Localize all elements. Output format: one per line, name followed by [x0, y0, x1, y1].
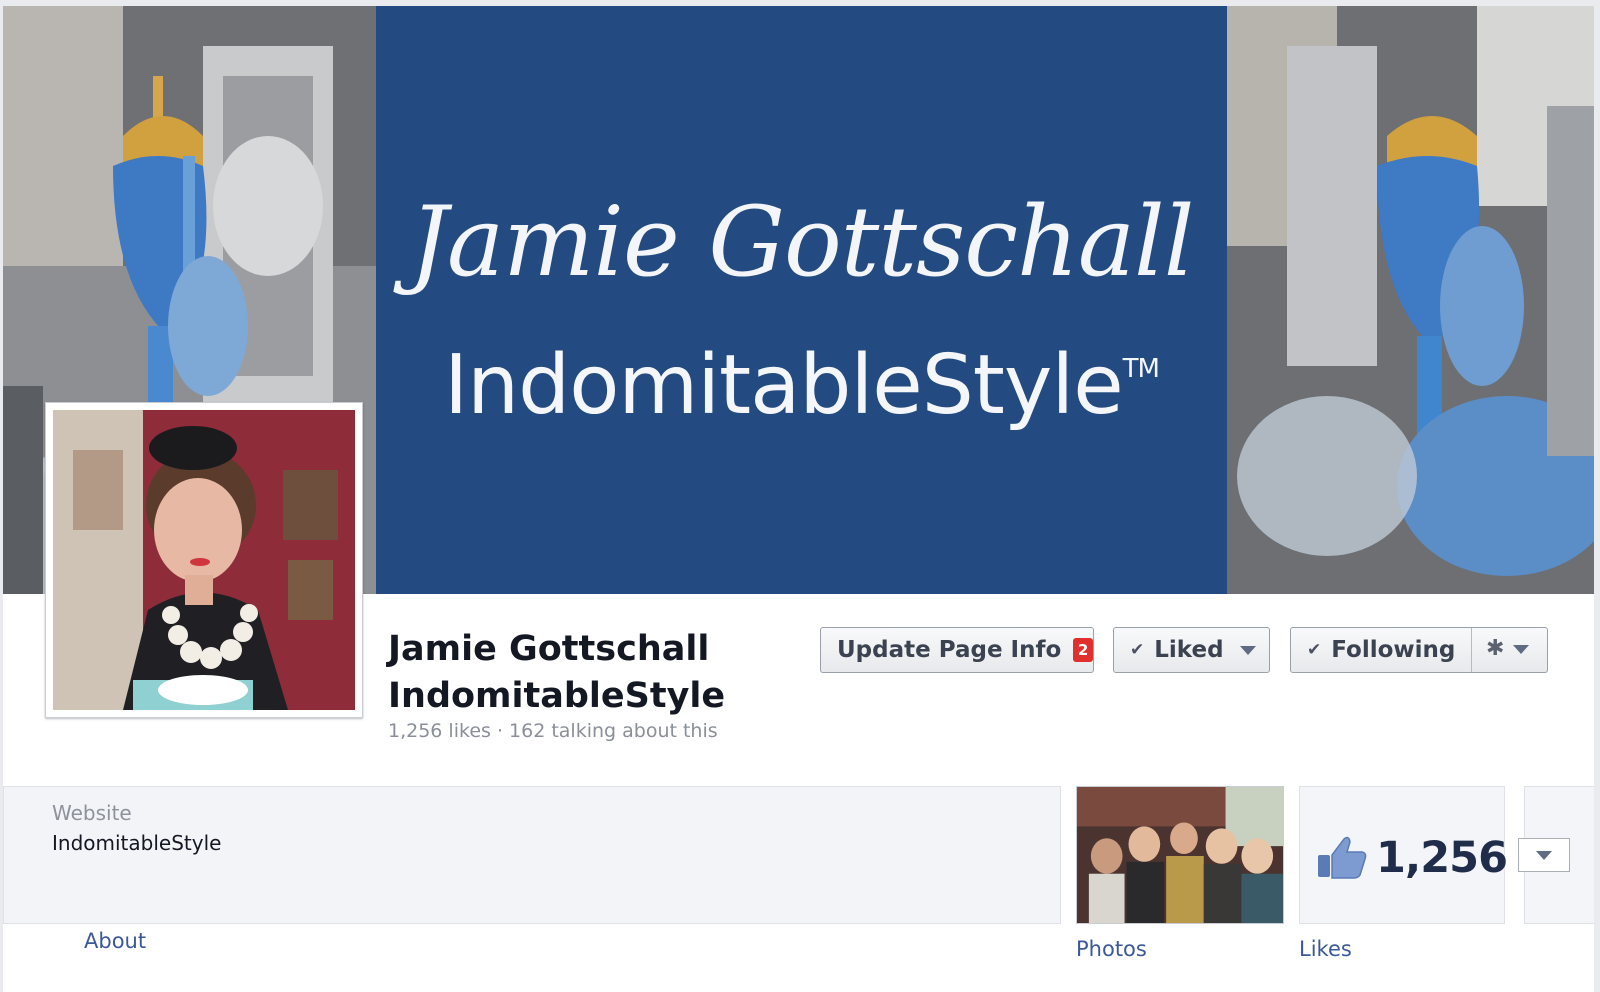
thumbs-up-icon: [1318, 836, 1367, 879]
likes-count: 1,256: [1376, 833, 1508, 883]
website-label: Website: [52, 801, 132, 825]
cover-banner: Jamie Gottschall IndomitableStyleTM: [376, 6, 1227, 594]
check-icon: ✔: [1130, 640, 1145, 660]
chevron-down-icon[interactable]: [1513, 645, 1529, 654]
following-label: Following: [1331, 637, 1456, 663]
likes-link[interactable]: Likes: [1299, 937, 1352, 961]
page-title-line2: IndomitableStyle: [388, 676, 726, 716]
gear-icon[interactable]: ✱: [1486, 636, 1504, 661]
cover-brand-text: IndomitableStyle: [443, 338, 1124, 433]
photos-thumbnail[interactable]: [1076, 786, 1284, 924]
update-page-info-label: Update Page Info: [837, 637, 1062, 663]
about-info-panel: Website IndomitableStyle: [3, 786, 1061, 924]
website-value[interactable]: IndomitableStyle: [52, 831, 221, 855]
cover-brand-title: IndomitableStyleTM: [376, 338, 1227, 433]
page-title-line1: Jamie Gottschall: [388, 629, 710, 669]
likes-tile[interactable]: 1,256: [1299, 786, 1508, 924]
trademark-symbol: TM: [1122, 354, 1160, 384]
page-title[interactable]: Jamie Gottschall IndomitableStyle: [388, 626, 808, 720]
photos-link[interactable]: Photos: [1076, 937, 1147, 961]
liked-button[interactable]: ✔ Liked: [1113, 627, 1270, 673]
cover-script-title: Jamie Gottschall: [409, 186, 1195, 298]
about-link[interactable]: About: [84, 929, 146, 953]
chevron-down-icon: [1536, 850, 1552, 860]
button-divider: [1471, 628, 1472, 672]
facebook-page: Jamie Gottschall IndomitableStyleTM Jami…: [0, 0, 1600, 992]
chevron-down-icon: [1239, 645, 1256, 655]
photos-thumbnail-image: [1077, 787, 1283, 923]
profile-picture[interactable]: [45, 402, 363, 718]
liked-label: Liked: [1154, 637, 1224, 663]
following-button[interactable]: ✔ Following ✱: [1290, 627, 1548, 673]
more-apps-button[interactable]: [1518, 838, 1570, 872]
notification-badge: 2: [1073, 638, 1093, 662]
cover-photo-right-image: [1227, 6, 1594, 594]
page-stats: 1,256 likes · 162 talking about this: [388, 720, 718, 742]
check-icon: ✔: [1307, 640, 1322, 660]
profile-photo-image: [53, 410, 355, 710]
update-page-info-button[interactable]: Update Page Info 2: [820, 627, 1094, 673]
